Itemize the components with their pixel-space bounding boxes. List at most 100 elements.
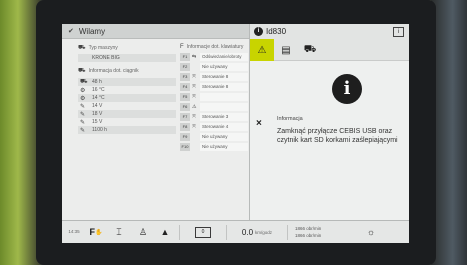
function-row[interactable]: F6 ⚠ — [180, 102, 248, 112]
list-item-value: 14 °C — [92, 95, 105, 101]
clock: 14:35 — [62, 221, 86, 244]
keyboard-info-section: F Informacje dot. klawiatury — [180, 44, 248, 50]
list-item-value: 16 °C — [92, 87, 105, 93]
function-label: Sterowanie 8 — [200, 72, 248, 81]
function-label: Nie używany — [200, 142, 248, 151]
function-row[interactable]: F7 ⤧ Sterowanie 3 — [180, 112, 248, 122]
left-panel: ✔ Wilamy ⛟ Typ maszyny KRONE BIG ⛟ Infor… — [62, 24, 249, 220]
tractor-info-section: ⛟ Informacja dot. ciągnik — [78, 67, 176, 75]
function-row[interactable]: F3 ⤧ Sterowanie 8 — [180, 72, 248, 82]
function-row[interactable]: F10 Nie używany — [180, 142, 248, 152]
speed-display: 0.0 km/godz — [230, 221, 284, 244]
speed-unit: km/godz — [255, 229, 273, 235]
list-item-value: 18 V — [92, 111, 103, 117]
function-row[interactable]: F4 ⤧ Sterowanie 8 — [180, 82, 248, 92]
clock-text: 14:35 — [68, 229, 80, 234]
left-panel-title: Wilamy — [78, 26, 106, 36]
list-item[interactable]: ⚙ 16 °C — [78, 86, 176, 94]
machine-type-section: ⛟ Typ maszyny — [78, 44, 176, 52]
list-item[interactable]: ✎ 18 V — [78, 110, 176, 118]
function-key-button[interactable]: F ✋ — [86, 221, 106, 244]
function-label: Nie używany — [200, 132, 248, 141]
tractor-icon: ⛟ — [80, 79, 88, 85]
function-label: Nie używany — [200, 62, 248, 71]
function-key: F6 — [180, 102, 190, 111]
tractor-info-list: ⛟ 48 h ⚙ 16 °C ⚙ 14 °C ✎ 14 V ✎ 18 V ✎ 1… — [78, 78, 176, 134]
gear-icon: ⚙ — [80, 87, 86, 94]
steering-icon: ⤧ — [192, 93, 197, 100]
drive-button[interactable]: 0 — [183, 221, 223, 244]
list-item[interactable]: ⚙ 14 °C — [78, 94, 176, 102]
function-key: F9 — [180, 132, 190, 141]
list-item[interactable]: ⛟ 48 h — [78, 78, 176, 86]
machine-type-label: Typ maszyny — [88, 45, 118, 51]
message-tabs: ⚠ ▤ ⛟ — [250, 39, 409, 61]
divider — [226, 224, 227, 240]
function-key: F7 — [180, 112, 190, 121]
function-key: F4 — [180, 82, 190, 91]
wrench-icon: ✎ — [80, 119, 86, 126]
wrench-icon: ✎ — [80, 127, 86, 134]
left-panel-header[interactable]: ✔ Wilamy — [62, 24, 249, 39]
axle-button[interactable]: ⌶ — [106, 221, 132, 244]
function-key: F2 — [180, 62, 190, 71]
axle-icon: ⌶ — [116, 226, 122, 237]
speed-value: 0.0 — [241, 227, 254, 237]
divider — [179, 224, 180, 240]
person-button[interactable]: ♙ — [132, 221, 154, 244]
header-button[interactable]: ▲ — [154, 221, 176, 244]
rpm-value-1: 1866 obr/min — [295, 226, 322, 231]
info-button[interactable]: i — [393, 26, 404, 37]
function-label: Sterowanie 4 — [200, 122, 248, 131]
tab-warnings[interactable]: ⚠ — [250, 39, 274, 61]
message-code: Id830 — [266, 27, 287, 36]
list-item-value: 15 V — [92, 119, 103, 125]
machine-icon: ⛟ — [78, 45, 86, 51]
warning-icon: ⚠ — [192, 103, 197, 110]
function-key: F10 — [180, 142, 190, 151]
person-icon: ♙ — [138, 226, 148, 237]
list-item-value: 48 h — [92, 79, 102, 85]
rpm-value-2: 1866 obr/min — [295, 233, 322, 238]
tractor-info-label: Informacja dot. ciągnik — [88, 68, 139, 74]
list-item[interactable]: ✎ 15 V — [78, 118, 176, 126]
function-label — [200, 92, 248, 101]
steering-icon: ⤧ — [192, 123, 197, 130]
info-icon: i — [332, 74, 362, 104]
settings-button[interactable]: ☼ — [361, 221, 381, 244]
list-item[interactable]: ✎ 1100 h — [78, 126, 176, 134]
header-icon: ▲ — [160, 227, 170, 237]
message-title: Informacja — [277, 116, 303, 122]
terminal-screen: ✔ Wilamy ⛟ Typ maszyny KRONE BIG ⛟ Infor… — [62, 24, 409, 243]
function-label — [200, 102, 248, 111]
message-body: Zamknąć przyłącze CEBIS USB oraz czytnik… — [277, 128, 398, 144]
wrench-icon: ✎ — [80, 103, 86, 110]
function-row[interactable]: F2 Nie używany — [180, 62, 248, 72]
close-icon[interactable]: × — [256, 118, 262, 129]
steering-icon: ⤧ — [192, 73, 197, 80]
message-panel-header: i Id830 i — [250, 24, 409, 39]
rotation-icon: ⇆ — [192, 53, 197, 60]
hand-icon: ✋ — [95, 229, 103, 236]
function-key: F3 — [180, 72, 190, 81]
function-row[interactable]: F5 ⤧ — [180, 92, 248, 102]
function-row[interactable]: F1 ⇆ Odświeżanie/obroty — [180, 52, 248, 62]
wrench-icon: ✎ — [80, 111, 86, 118]
status-bar: 14:35 F ✋ ⌶ ♙ ▲ 0 0.0 km/godz 1866 obr/m… — [62, 220, 409, 243]
steering-icon: ⤧ — [192, 113, 197, 120]
keyboard-info-column: F Informacje dot. klawiatury F1 ⇆ Odświe… — [180, 44, 248, 152]
warning-tab-icon: ⚠ — [257, 44, 267, 56]
function-row[interactable]: F9 Nie używany — [180, 132, 248, 142]
tab-documents[interactable]: ▤ — [274, 39, 298, 61]
function-label: Sterowanie 8 — [200, 82, 248, 91]
tab-machine[interactable]: ⛟ — [298, 39, 322, 61]
keyboard-info-label: Informacje dot. klawiatury — [186, 44, 244, 50]
function-label: Odświeżanie/obroty — [200, 52, 248, 61]
divider — [287, 224, 288, 240]
sun-icon: ☼ — [366, 227, 376, 237]
document-tab-icon: ▤ — [281, 44, 291, 56]
background-left — [0, 0, 40, 265]
list-item[interactable]: ✎ 14 V — [78, 102, 176, 110]
function-row[interactable]: F8 ⤧ Sterowanie 4 — [180, 122, 248, 132]
machine-type-value[interactable]: KRONE BIG — [78, 54, 176, 62]
